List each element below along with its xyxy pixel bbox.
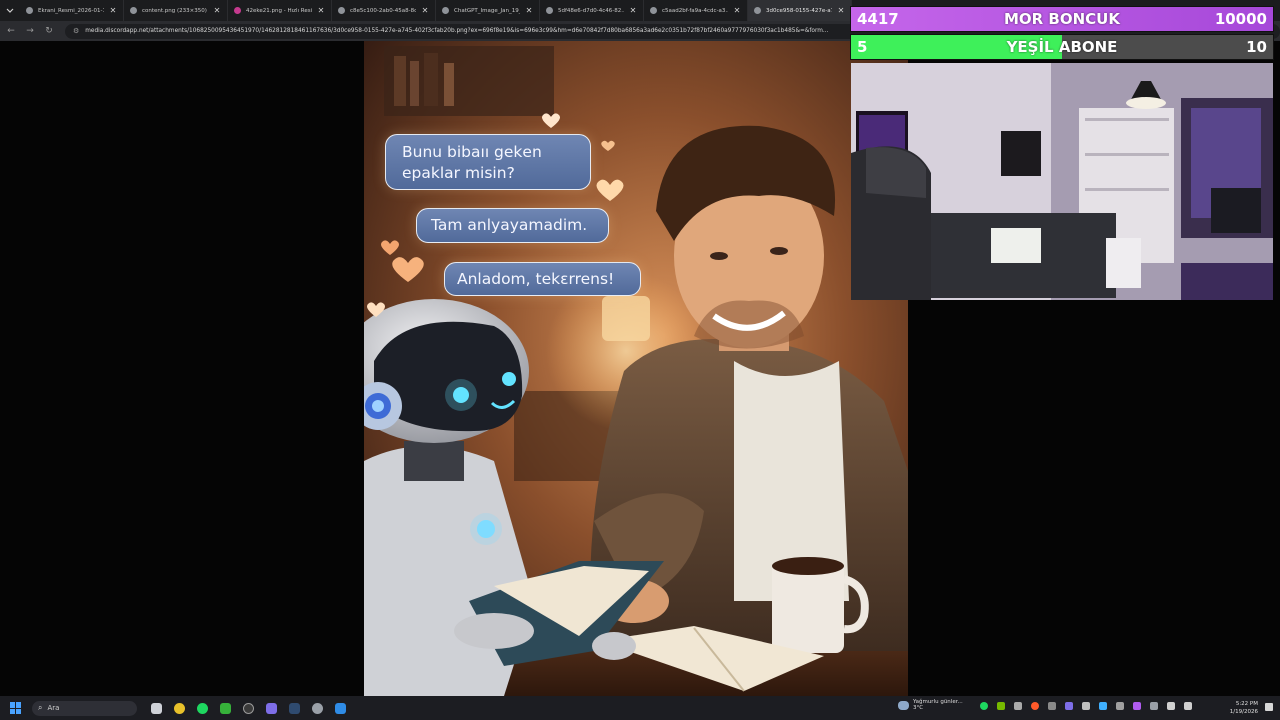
tab-title: 5df48e6-d7d0-4c46-82...: [558, 7, 624, 14]
goal-target-value: 10000: [1214, 10, 1267, 28]
tab-favicon-icon: [130, 7, 137, 14]
discord-icon[interactable]: [266, 702, 277, 714]
speech-bubble: Anladom, tekεrrens!: [444, 262, 641, 296]
tab-title: c5aad2bf-fa9a-4cdc-a3...: [662, 7, 728, 14]
search-label: Ara: [47, 704, 60, 712]
photos-icon[interactable]: [335, 702, 346, 714]
forward-arrow-icon[interactable]: →: [25, 26, 35, 36]
taskbar-clock[interactable]: 5:22 PM 1/19/2026: [1230, 700, 1258, 716]
goal-target-value: 10: [1246, 38, 1267, 56]
tab-favicon-icon: [442, 7, 449, 14]
weather-temp: 3°C: [913, 705, 924, 711]
tab-favicon-icon: [26, 7, 33, 14]
webcam-overlay: [851, 63, 1273, 300]
tab-favicon-icon: [234, 7, 241, 14]
browser-tab[interactable]: c5aad2bf-fa9a-4cdc-a3... ✕: [644, 0, 748, 21]
tab-favicon-icon: [338, 7, 345, 14]
search-icon: ⌕: [38, 703, 43, 712]
rain-cloud-icon: [898, 700, 909, 710]
browser-tab-active[interactable]: 3d0ce958-0155-427e-a7... ✕: [748, 0, 852, 21]
close-icon[interactable]: ✕: [733, 6, 741, 15]
site-info-icon[interactable]: ⚙: [73, 27, 79, 35]
tray-app-icon[interactable]: [1048, 702, 1056, 710]
goal-bar-yesil-abone: 5 YEŞİL ABONE 10: [850, 34, 1274, 60]
notification-icon[interactable]: [1265, 703, 1273, 711]
webcam-room-image: [851, 63, 1273, 300]
tab-list-button[interactable]: [0, 0, 20, 21]
close-icon[interactable]: ✕: [213, 6, 221, 15]
system-tray: [980, 702, 1192, 710]
close-icon[interactable]: ✕: [317, 6, 325, 15]
clock-time: 5:22 PM: [1235, 701, 1258, 707]
start-button[interactable]: [10, 702, 22, 714]
tray-spotify-icon[interactable]: [980, 702, 988, 710]
close-icon[interactable]: ✕: [525, 6, 533, 15]
weather-widget[interactable]: Yağmurlu günler... 3°C: [898, 699, 963, 711]
browser-tab[interactable]: Ekrani_Resmi_2026-01-19_... ✕: [20, 0, 124, 21]
tab-favicon-icon: [546, 7, 553, 14]
close-icon[interactable]: ✕: [629, 6, 637, 15]
goal-label: MOR BONCUK: [1003, 10, 1120, 28]
wifi-icon[interactable]: [1167, 702, 1175, 710]
close-icon[interactable]: ✕: [421, 6, 429, 15]
browser-tab[interactable]: content.png (233×350) ✕: [124, 0, 228, 21]
tab-title: ChatGPT_Image_Jan_19_...: [454, 7, 520, 14]
url-text: media.discordapp.net/attachments/1068250…: [85, 28, 829, 34]
back-arrow-icon[interactable]: ←: [6, 26, 16, 36]
tab-favicon-icon: [754, 7, 761, 14]
close-icon[interactable]: ✕: [109, 6, 117, 15]
spotify-icon[interactable]: [197, 702, 208, 714]
tray-steelseries-icon[interactable]: [1031, 702, 1039, 710]
steam-icon[interactable]: [289, 702, 300, 714]
browser-tab[interactable]: ChatGPT_Image_Jan_19_... ✕: [436, 0, 540, 21]
chrome-icon[interactable]: [174, 702, 185, 714]
settings-icon[interactable]: [312, 702, 323, 714]
close-icon[interactable]: ✕: [837, 6, 845, 15]
tray-app-icon[interactable]: [1099, 702, 1107, 710]
tray-app-icon[interactable]: [1116, 702, 1124, 710]
tab-favicon-icon: [650, 7, 657, 14]
tray-app-icon[interactable]: [1133, 702, 1141, 710]
chevron-down-icon: [6, 8, 14, 13]
taskbar-search[interactable]: ⌕ Ara: [32, 700, 137, 716]
goal-bar-mor-boncuk: 4417 MOR BONCUK 10000: [850, 6, 1274, 32]
reload-icon[interactable]: ↻: [44, 26, 54, 36]
tray-xbox-icon[interactable]: [1014, 702, 1022, 710]
tab-title: Ekrani_Resmi_2026-01-19_...: [38, 7, 104, 14]
tray-app-icon[interactable]: [1150, 702, 1158, 710]
displayed-image: Bunu bibaıı gekеn epaklar misin? Tam anl…: [364, 41, 908, 696]
speech-bubble: Bunu bibaıı gekеn epaklar misin?: [385, 134, 591, 190]
browser-tab[interactable]: 5df48e6-d7d0-4c46-82... ✕: [540, 0, 644, 21]
tray-app-icon[interactable]: [1082, 702, 1090, 710]
browser-tab[interactable]: c8e5c100-2ab0-45a8-8c... ✕: [332, 0, 436, 21]
clock-date: 1/19/2026: [1229, 709, 1258, 715]
tab-title: 3d0ce958-0155-427e-a7...: [766, 7, 832, 14]
tab-title: content.png (233×350): [142, 7, 207, 14]
volume-icon[interactable]: [1184, 702, 1192, 710]
pinned-apps: [151, 702, 346, 714]
tab-title: 42eke21.png - Hızlı Resim: [246, 7, 312, 14]
obs-icon[interactable]: [243, 702, 254, 714]
windows-taskbar: ⌕ Ara Yağmurlu günler... 3°C 5:22 PM 1/1…: [0, 696, 1280, 720]
goal-label: YEŞİL ABONE: [1006, 38, 1118, 56]
browser-tab[interactable]: 42eke21.png - Hızlı Resim ✕: [228, 0, 332, 21]
xbox-icon[interactable]: [220, 702, 231, 714]
speech-bubble: Tam anlyayamadim.: [416, 208, 609, 243]
task-view-icon[interactable]: [151, 702, 162, 714]
tray-app-icon[interactable]: [1065, 702, 1073, 710]
desktop-screen: Ekrani_Resmi_2026-01-19_... ✕ content.pn…: [0, 0, 1280, 720]
tray-nvidia-icon[interactable]: [997, 702, 1005, 710]
tab-title: c8e5c100-2ab0-45a8-8c...: [350, 7, 416, 14]
